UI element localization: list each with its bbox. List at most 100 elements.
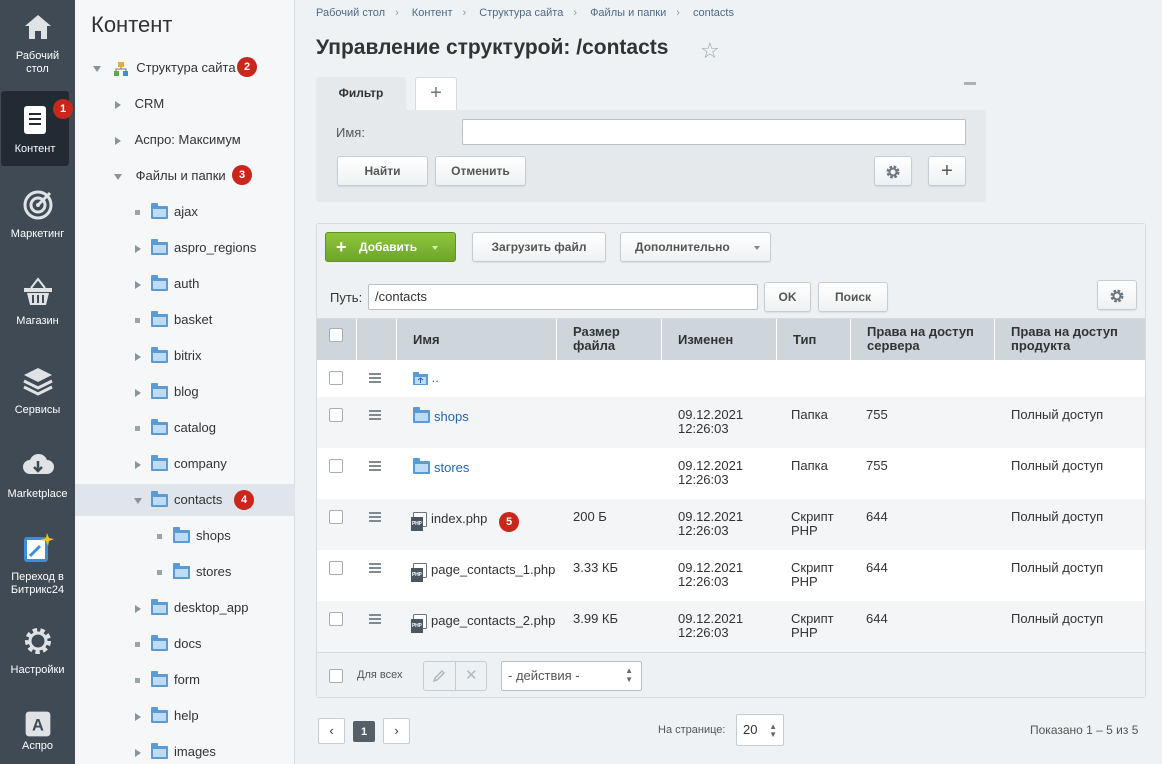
select-all-checkbox[interactable]: [329, 328, 343, 342]
add-filter-tab-button[interactable]: +: [415, 77, 457, 110]
name-link[interactable]: page_contacts_2.php: [431, 613, 555, 628]
breadcrumb-item[interactable]: Файлы и папки: [590, 7, 666, 19]
tree-node-contacts[interactable]: contacts: [75, 484, 295, 516]
chevron-right-icon[interactable]: [135, 604, 141, 613]
search-button[interactable]: Поиск: [818, 282, 888, 312]
tree-node-aspro-regions[interactable]: aspro_regions: [75, 232, 295, 264]
chevron-right-icon[interactable]: [135, 712, 141, 721]
upload-file-button[interactable]: Загрузить файл: [472, 232, 606, 262]
sidebar-item-shop[interactable]: Магазин: [0, 267, 75, 355]
filter-settings-button[interactable]: [874, 156, 912, 186]
name-link[interactable]: shops: [434, 409, 469, 424]
tree-node-catalog[interactable]: catalog: [75, 412, 295, 444]
tree-node-files-folders[interactable]: Файлы и папки: [75, 160, 295, 192]
breadcrumb-item[interactable]: Структура сайта: [479, 7, 563, 19]
chevron-right-icon[interactable]: [115, 100, 121, 109]
name-cell[interactable]: stores: [413, 458, 469, 475]
find-button[interactable]: Найти: [337, 156, 428, 186]
column-header-product-rights[interactable]: Права на доступ продукта: [995, 319, 1145, 360]
chevron-down-icon[interactable]: [114, 173, 122, 180]
breadcrumb-item[interactable]: Рабочий стол: [316, 7, 385, 19]
tree-node-images[interactable]: images: [75, 736, 295, 764]
chevron-right-icon[interactable]: [135, 460, 141, 469]
column-header-modified[interactable]: Изменен: [662, 319, 777, 360]
menu-icon[interactable]: [369, 410, 381, 420]
tree-node-bitrix[interactable]: bitrix: [75, 340, 295, 372]
breadcrumb-item[interactable]: contacts: [693, 7, 734, 19]
chevron-down-icon[interactable]: [93, 65, 101, 72]
chevron-right-icon[interactable]: [135, 748, 141, 757]
per-page-select[interactable]: 20 ▲ ▼: [736, 714, 784, 746]
grid-settings-button[interactable]: [1097, 280, 1137, 310]
name-input[interactable]: [462, 119, 966, 145]
chevron-down-icon[interactable]: [134, 497, 142, 504]
row-checkbox[interactable]: [329, 510, 343, 524]
table-row[interactable]: page_contacts_1.php 3.33 КБ 09.12.202112…: [317, 550, 1145, 601]
breadcrumb-item[interactable]: Контент: [412, 7, 453, 19]
column-header-size[interactable]: Размер файла: [557, 319, 662, 360]
table-row[interactable]: index.php 5 200 Б 09.12.202112:26:03 Скр…: [317, 499, 1145, 550]
chevron-right-icon[interactable]: [135, 388, 141, 397]
table-row[interactable]: shops 09.12.2021 12:26:03 Папка 755 Полны…: [317, 397, 1145, 448]
actions-select[interactable]: - действия - ▲ ▼: [501, 661, 642, 691]
menu-icon[interactable]: [369, 563, 381, 573]
sidebar-item-marketplace[interactable]: Marketplace: [0, 440, 75, 528]
name-cell[interactable]: shops: [413, 407, 469, 424]
tree-node-basket[interactable]: basket: [75, 304, 295, 336]
column-header-server-rights[interactable]: Права на доступ сервера: [851, 319, 995, 360]
cancel-button[interactable]: Отменить: [435, 156, 526, 186]
menu-icon[interactable]: [369, 614, 381, 624]
table-row[interactable]: ..: [317, 360, 1145, 397]
page-number-current[interactable]: 1: [353, 721, 375, 742]
name-cell[interactable]: ..: [413, 370, 439, 386]
more-button[interactable]: Дополнительно: [620, 232, 771, 262]
column-header-type[interactable]: Тип: [777, 319, 851, 360]
name-cell[interactable]: page_contacts_2.php: [411, 613, 555, 634]
pencil-icon[interactable]: [432, 669, 446, 683]
sidebar-item-settings[interactable]: Настройки: [0, 618, 75, 706]
chevron-right-icon[interactable]: [115, 136, 121, 145]
name-link[interactable]: stores: [434, 460, 469, 475]
tree-node-crm[interactable]: CRM: [75, 88, 295, 120]
row-checkbox[interactable]: [329, 408, 343, 422]
path-input[interactable]: /contacts: [368, 284, 758, 310]
row-checkbox[interactable]: [329, 371, 343, 385]
chevron-right-icon[interactable]: [135, 352, 141, 361]
row-checkbox[interactable]: [329, 561, 343, 575]
tab-filter[interactable]: Фильтр: [316, 77, 406, 111]
name-link[interactable]: ..: [432, 370, 439, 385]
tree-node-stores[interactable]: stores: [75, 556, 295, 588]
tree-node-aspro[interactable]: Аспро: Максимум: [75, 124, 295, 156]
sidebar-item-desktop[interactable]: Рабочий стол: [0, 0, 75, 88]
sidebar-item-bitrix24[interactable]: Переход в Битрикс24: [0, 523, 75, 615]
close-icon[interactable]: ✕: [465, 666, 478, 684]
tree-node-company[interactable]: company: [75, 448, 295, 480]
column-header-name[interactable]: Имя: [397, 319, 557, 360]
table-row[interactable]: page_contacts_2.php 3.99 КБ 09.12.202112…: [317, 601, 1145, 652]
name-link[interactable]: index.php: [431, 511, 487, 526]
tree-node-desktop-app[interactable]: desktop_app: [75, 592, 295, 624]
sidebar-item-aspro[interactable]: A Аспро: [0, 700, 75, 764]
table-row[interactable]: stores 09.12.2021 12:26:03 Папка 755 Полн…: [317, 448, 1145, 499]
name-link[interactable]: page_contacts_1.php: [431, 562, 555, 577]
chevron-right-icon[interactable]: [135, 280, 141, 289]
sidebar-item-services[interactable]: Сервисы: [0, 356, 75, 444]
minimize-icon[interactable]: [964, 82, 976, 85]
tree-node-auth[interactable]: auth: [75, 268, 295, 300]
prev-page-button[interactable]: ‹: [318, 718, 345, 744]
tree-node-form[interactable]: form: [75, 664, 295, 696]
next-page-button[interactable]: ›: [383, 718, 410, 744]
add-filter-field-button[interactable]: +: [928, 156, 966, 186]
menu-icon[interactable]: [369, 512, 381, 522]
row-checkbox[interactable]: [329, 459, 343, 473]
name-cell[interactable]: index.php: [411, 511, 487, 532]
apply-all-checkbox[interactable]: [329, 669, 343, 683]
tree-node-docs[interactable]: docs: [75, 628, 295, 660]
ok-button[interactable]: OK: [764, 282, 811, 312]
sidebar-item-marketing[interactable]: Маркетинг: [0, 180, 75, 268]
tree-node-help[interactable]: help: [75, 700, 295, 732]
tree-node-shops[interactable]: shops: [75, 520, 295, 552]
row-checkbox[interactable]: [329, 612, 343, 626]
star-icon[interactable]: ☆: [700, 38, 720, 64]
tree-node-blog[interactable]: blog: [75, 376, 295, 408]
